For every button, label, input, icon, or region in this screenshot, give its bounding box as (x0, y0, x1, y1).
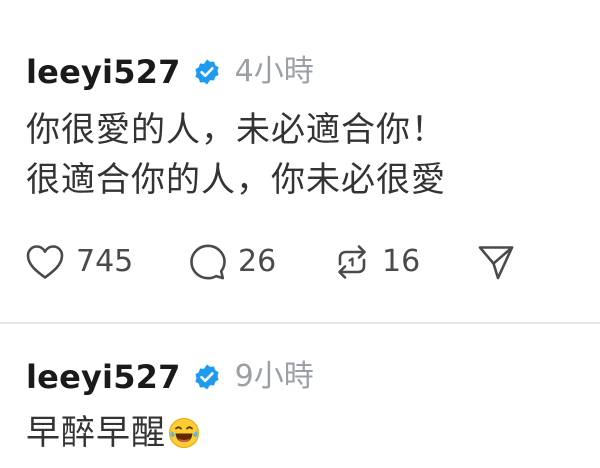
post-divider (0, 322, 600, 324)
post-header: leeyi527 4小時 (26, 52, 314, 92)
post-timestamp[interactable]: 4小時 (235, 52, 314, 92)
send-icon (476, 242, 516, 282)
comment-bubble-icon (188, 242, 228, 282)
post-timestamp[interactable]: 9小時 (235, 357, 314, 397)
verified-badge-icon (193, 58, 221, 86)
post-text-line: 很適合你的人，你未必很愛 (26, 160, 446, 200)
like-count: 745 (76, 244, 134, 279)
reply-count: 26 (238, 244, 277, 279)
repost-count: 16 (382, 244, 421, 279)
post-header: leeyi527 9小時 (26, 357, 314, 397)
username-link[interactable]: leeyi527 (26, 52, 181, 92)
post[interactable]: leeyi527 9小時 早醉早醒 (0, 325, 600, 468)
like-button[interactable]: 745 (24, 240, 133, 284)
post-text-line: 你很愛的人，未必適合你！ (26, 110, 446, 150)
reply-button[interactable]: 26 (188, 240, 276, 284)
repost-button[interactable]: 16 (332, 240, 420, 284)
repost-arrows-icon (332, 242, 372, 282)
heart-icon (24, 242, 66, 282)
laughing-tears-emoji-icon (168, 416, 200, 448)
post-actions-bar: 745 26 16 (24, 240, 584, 284)
post-text-line: 早醉早醒 (26, 411, 200, 455)
post[interactable]: leeyi527 4小時 你很愛的人，未必適合你！ 很適合你的人，你未必很愛 7… (0, 0, 600, 322)
post-text: 早醉早醒 (26, 413, 166, 453)
verified-badge-icon (193, 363, 221, 391)
share-button[interactable] (476, 240, 516, 284)
threads-feed: leeyi527 4小時 你很愛的人，未必適合你！ 很適合你的人，你未必很愛 7… (0, 0, 600, 468)
username-link[interactable]: leeyi527 (26, 357, 181, 397)
